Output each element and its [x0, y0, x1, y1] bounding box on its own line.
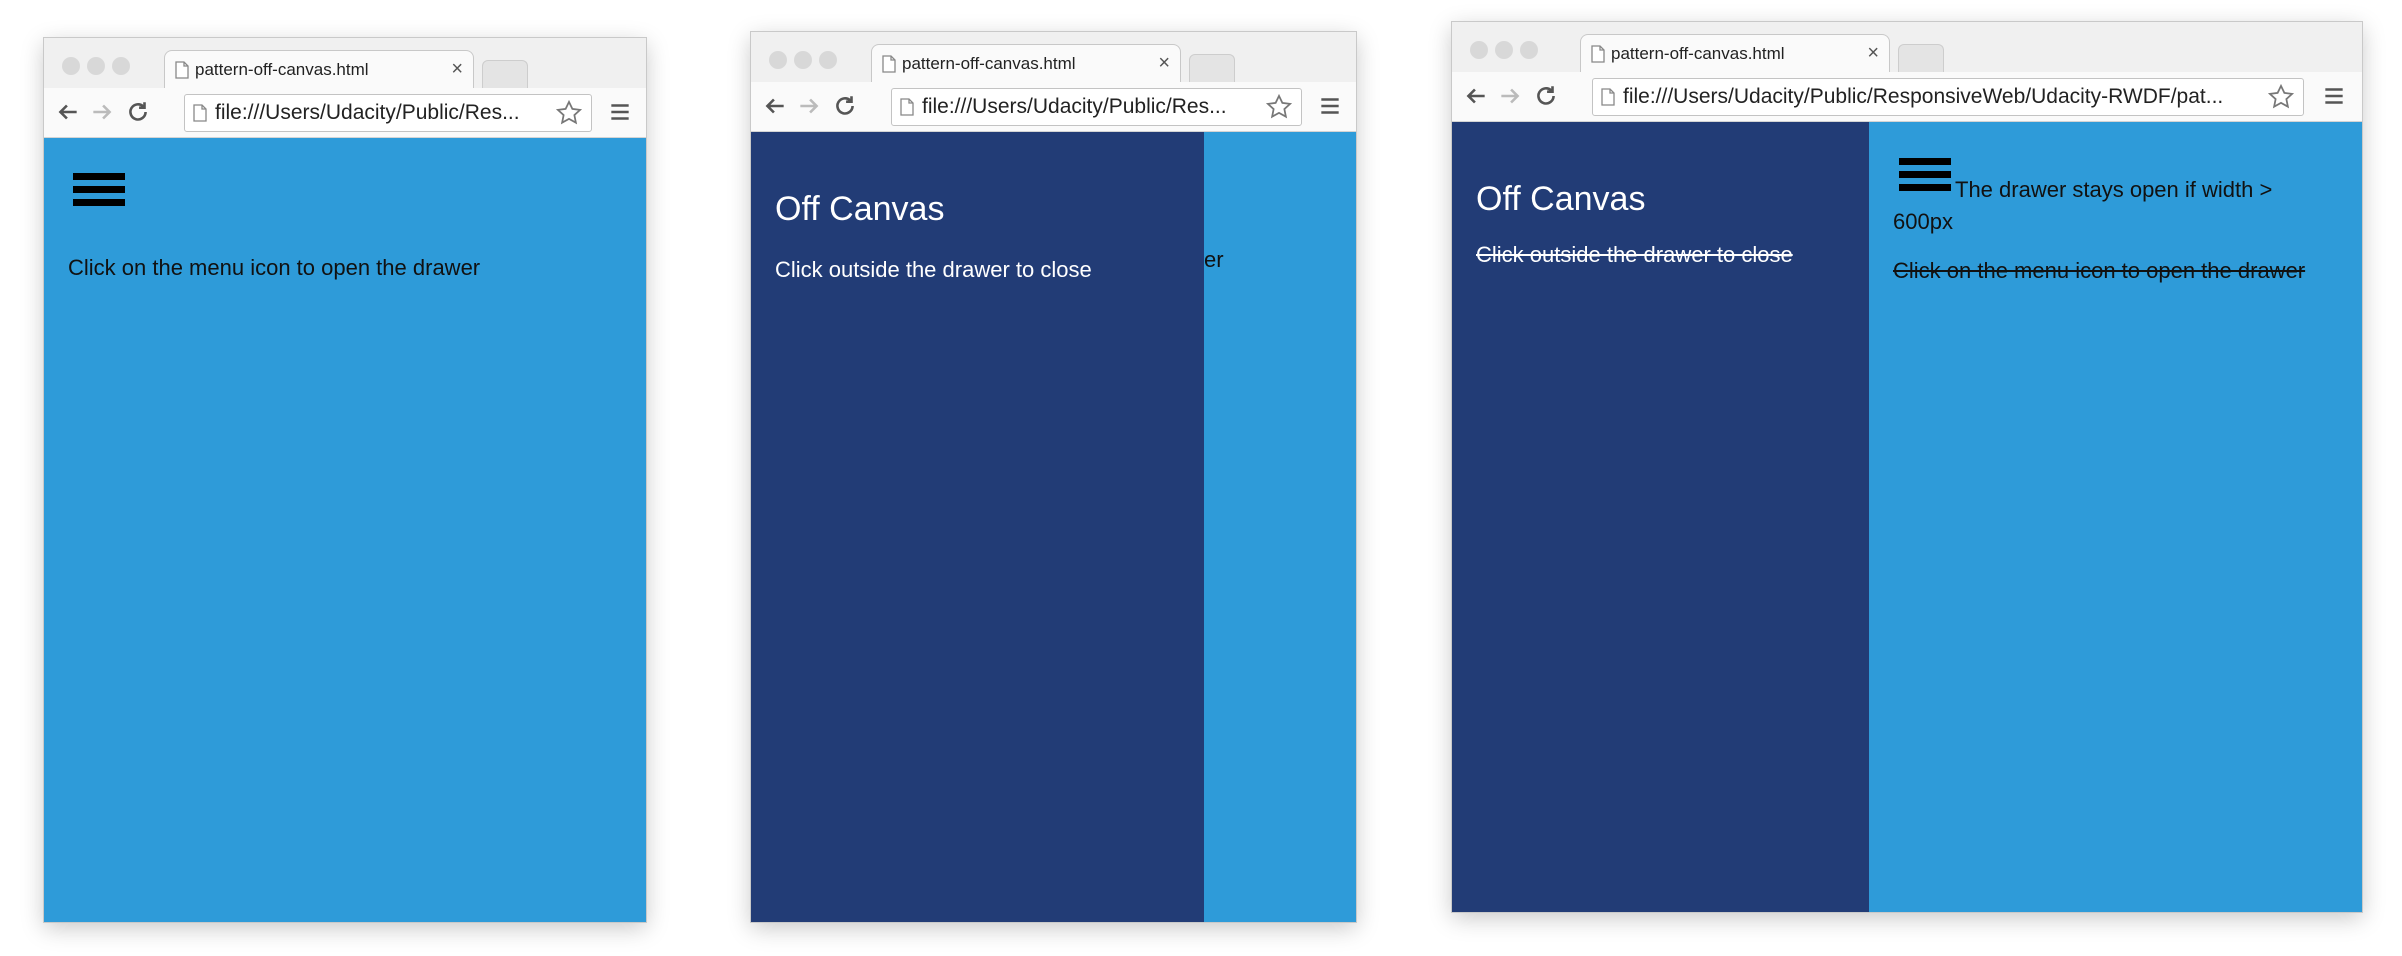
tab-close-icon[interactable]: × — [451, 58, 463, 81]
forward-arrow-icon[interactable] — [793, 90, 825, 122]
browser-toolbar: file:///Users/Udacity/Public/ResponsiveW… — [1452, 72, 2362, 122]
minimize-window-button[interactable] — [87, 57, 105, 75]
drawer-title: Off Canvas — [775, 190, 945, 228]
width-note: The drawer stays open if width > 600px — [1893, 177, 2273, 234]
new-tab-button[interactable] — [1898, 44, 1944, 72]
off-canvas-drawer: Off Canvas Click outside the drawer to c… — [1452, 122, 1869, 912]
drawer-instruction: Click outside the drawer to close — [1476, 242, 1793, 267]
bookmark-star-icon[interactable] — [555, 99, 583, 127]
chrome-menu-icon[interactable] — [2318, 80, 2350, 112]
browser-toolbar: file:///Users/Udacity/Public/Res... — [751, 82, 1356, 132]
page-icon — [193, 104, 207, 122]
browser-window-open: pattern-off-canvas.html × file:///Users/… — [751, 32, 1356, 922]
browser-toolbar: file:///Users/Udacity/Public/Res... — [44, 88, 646, 138]
browser-tab[interactable]: pattern-off-canvas.html × — [871, 44, 1181, 82]
url-text: file:///Users/Udacity/Public/Res... — [922, 95, 1227, 118]
new-tab-button[interactable] — [1189, 54, 1235, 82]
browser-window-wide: pattern-off-canvas.html × file:///Users/… — [1452, 22, 2362, 912]
bookmark-star-icon[interactable] — [1265, 93, 1293, 121]
reload-icon[interactable] — [122, 96, 154, 128]
forward-arrow-icon[interactable] — [1494, 80, 1526, 112]
chrome-menu-icon[interactable] — [604, 96, 636, 128]
close-window-button[interactable] — [769, 51, 787, 69]
title-bar: pattern-off-canvas.html × — [751, 32, 1356, 82]
url-text: file:///Users/Udacity/Public/ResponsiveW… — [1623, 85, 2224, 108]
close-window-button[interactable] — [62, 57, 80, 75]
page-icon — [900, 98, 914, 116]
zoom-window-button[interactable] — [112, 57, 130, 75]
back-arrow-icon[interactable] — [52, 96, 84, 128]
tab-title: pattern-off-canvas.html — [902, 53, 1076, 73]
tab-close-icon[interactable]: × — [1867, 42, 1879, 65]
new-tab-button[interactable] — [482, 60, 528, 88]
tab-title: pattern-off-canvas.html — [195, 59, 369, 79]
page-icon — [1591, 44, 1605, 63]
hamburger-menu-icon[interactable] — [73, 173, 125, 207]
title-bar: pattern-off-canvas.html × — [44, 38, 646, 88]
forward-arrow-icon[interactable] — [86, 96, 118, 128]
minimize-window-button[interactable] — [1495, 41, 1513, 59]
browser-tab[interactable]: pattern-off-canvas.html × — [1580, 34, 1890, 72]
address-bar[interactable]: file:///Users/Udacity/Public/Res... — [891, 88, 1302, 126]
tab-close-icon[interactable]: × — [1158, 52, 1170, 75]
address-bar[interactable]: file:///Users/Udacity/Public/ResponsiveW… — [1592, 78, 2304, 116]
bookmark-star-icon[interactable] — [2267, 83, 2295, 111]
off-canvas-drawer[interactable]: Off Canvas Click outside the drawer to c… — [751, 132, 1204, 922]
partially-hidden-text: er — [1204, 247, 1224, 272]
chrome-menu-icon[interactable] — [1314, 90, 1346, 122]
url-text: file:///Users/Udacity/Public/Res... — [215, 101, 520, 124]
browser-window-closed: pattern-off-canvas.html × file:///Users/… — [44, 38, 646, 922]
instruction-text: Click on the menu icon to open the drawe… — [1893, 258, 2306, 283]
close-window-button[interactable] — [1470, 41, 1488, 59]
instruction-text: Click on the menu icon to open the drawe… — [68, 255, 481, 280]
page-content: Off Canvas Click outside the drawer to c… — [1452, 122, 2362, 912]
title-bar: pattern-off-canvas.html × — [1452, 22, 2362, 72]
page-content: Click on the menu icon to open the drawe… — [44, 138, 646, 922]
drawer-instruction: Click outside the drawer to close — [775, 257, 1092, 282]
page-icon — [1601, 88, 1615, 106]
minimize-window-button[interactable] — [794, 51, 812, 69]
reload-icon[interactable] — [829, 90, 861, 122]
zoom-window-button[interactable] — [819, 51, 837, 69]
traffic-lights — [62, 57, 137, 80]
page-icon — [175, 60, 189, 79]
traffic-lights — [769, 51, 844, 74]
browser-tab[interactable]: pattern-off-canvas.html × — [164, 50, 474, 88]
zoom-window-button[interactable] — [1520, 41, 1538, 59]
reload-icon[interactable] — [1530, 80, 1562, 112]
back-arrow-icon[interactable] — [1460, 80, 1492, 112]
page-content[interactable]: er Off Canvas Click outside the drawer t… — [751, 132, 1356, 922]
back-arrow-icon[interactable] — [759, 90, 791, 122]
tab-title: pattern-off-canvas.html — [1611, 43, 1785, 63]
traffic-lights — [1470, 41, 1545, 64]
address-bar[interactable]: file:///Users/Udacity/Public/Res... — [184, 94, 592, 132]
page-icon — [882, 54, 896, 73]
drawer-title: Off Canvas — [1476, 180, 1646, 218]
